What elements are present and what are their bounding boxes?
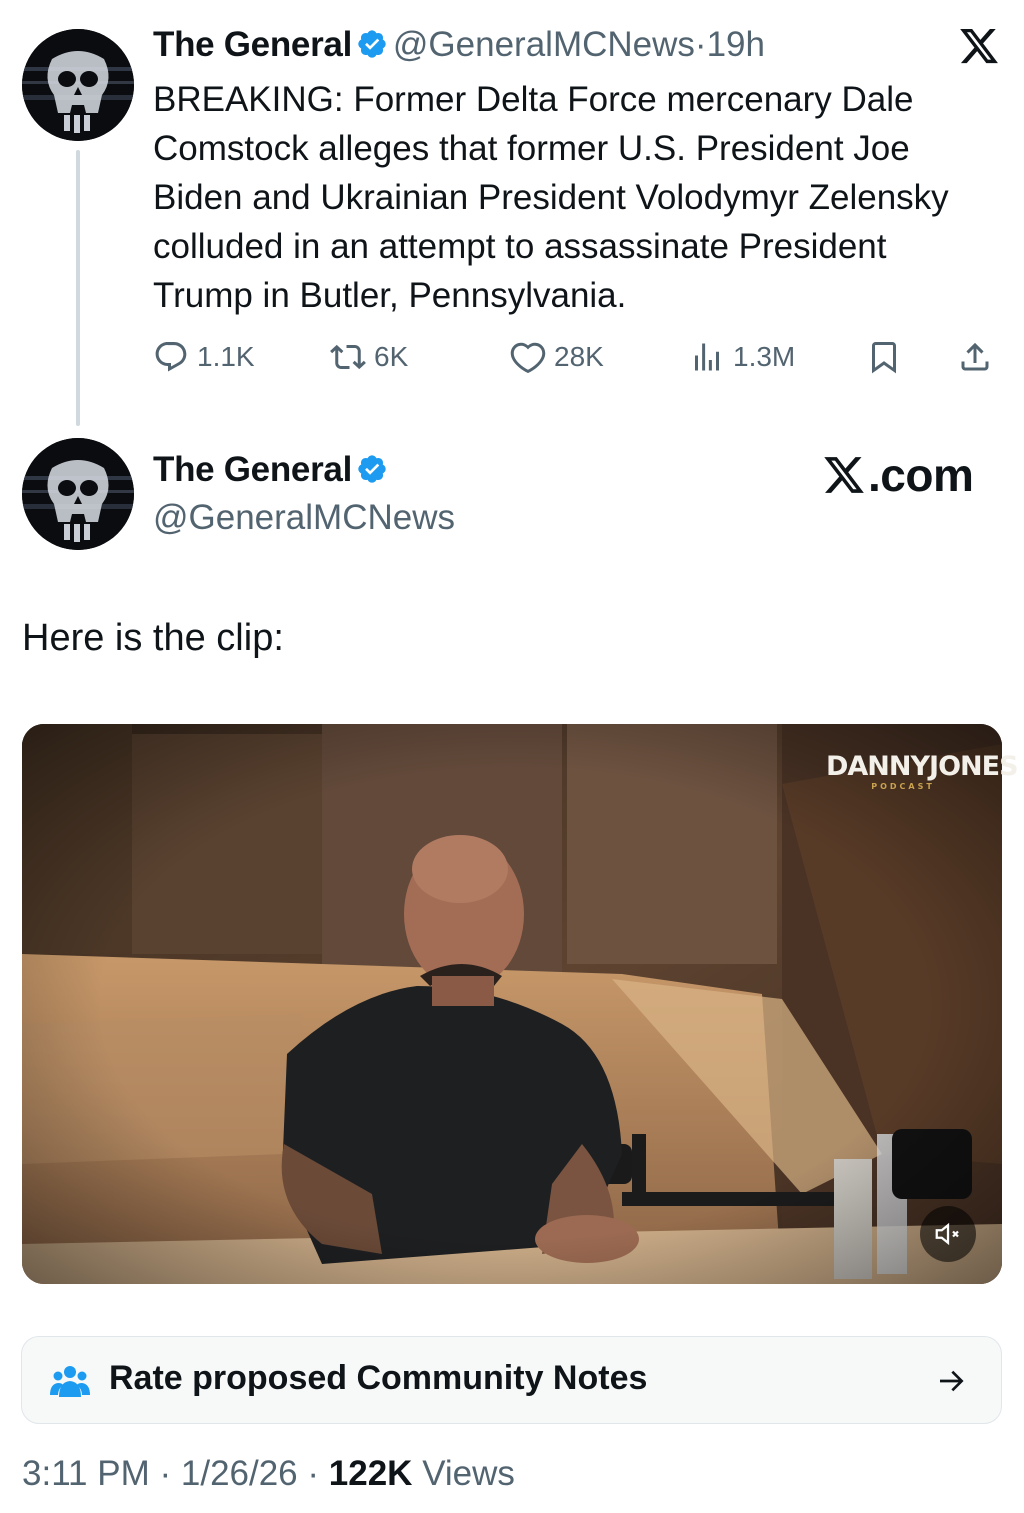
views-count: 1.3M — [733, 341, 796, 372]
reply-button[interactable]: 1.1K — [153, 334, 255, 380]
repost-count: 6K — [374, 341, 409, 372]
author-name[interactable]: The General — [153, 450, 352, 489]
views-count: 122K — [328, 1454, 413, 1493]
people-icon — [50, 1366, 90, 1397]
arrow-right-icon — [940, 1370, 964, 1392]
speaker-muted-icon — [935, 1222, 959, 1246]
like-button[interactable]: 28K — [510, 334, 604, 380]
meta-separator: · — [307, 1454, 320, 1493]
community-notes-label: Rate proposed Community Notes — [109, 1359, 648, 1397]
post-date[interactable]: 1/26/26 — [181, 1454, 298, 1493]
community-notes-button[interactable]: Rate proposed Community Notes — [21, 1336, 1002, 1424]
repost-icon — [330, 344, 366, 370]
podcast-title: DANNYJONES — [826, 751, 1019, 782]
verified-badge-icon — [358, 30, 387, 58]
verified-badge-icon — [358, 455, 387, 483]
reply-count: 1.1K — [197, 341, 255, 372]
header-separator: · — [694, 25, 707, 64]
tweet-header: The General @GeneralMCNews·19h — [153, 25, 765, 65]
views-label: Views — [422, 1454, 515, 1493]
author-handle[interactable]: @GeneralMCNews — [153, 498, 455, 538]
x-com-watermark: .com — [822, 448, 974, 502]
tweet-body-text: BREAKING: Former Delta Force mercenary D… — [153, 80, 949, 315]
main-tweet-header: The General — [153, 450, 388, 490]
tweet-action-bar: 1.1K 6K 28K 1.3M — [153, 334, 1003, 380]
podcast-logo: DANNYJONES PODCAST — [826, 751, 1019, 792]
analytics-icon — [695, 343, 719, 371]
watermark-domain: .com — [868, 449, 974, 501]
like-count: 28K — [554, 341, 604, 372]
author-avatar[interactable] — [22, 438, 134, 550]
x-logo-icon — [824, 457, 864, 493]
heart-icon — [510, 342, 546, 374]
thread-connector-line — [76, 150, 80, 426]
author-handle[interactable]: @GeneralMCNews — [393, 25, 695, 64]
post-metadata: 3:11 PM · 1/26/26 · 122K Views — [22, 1454, 515, 1494]
post-time[interactable]: 19h — [707, 25, 765, 64]
video-player[interactable] — [22, 724, 1002, 1284]
meta-separator: · — [159, 1454, 172, 1493]
reply-icon — [155, 342, 187, 372]
main-tweet-text: Here is the clip: — [22, 617, 284, 659]
repost-button[interactable]: 6K — [330, 334, 408, 380]
video-frame — [22, 724, 1002, 1284]
share-icon — [961, 342, 989, 371]
x-logo-icon — [960, 28, 998, 64]
bookmark-icon — [872, 342, 896, 374]
post-time[interactable]: 3:11 PM — [22, 1454, 150, 1493]
author-name[interactable]: The General — [153, 25, 352, 64]
bookmark-button[interactable] — [866, 334, 910, 380]
views-button[interactable]: 1.3M — [689, 334, 795, 380]
share-button[interactable] — [957, 334, 1001, 380]
podcast-subtitle: PODCAST — [871, 782, 935, 791]
author-avatar[interactable] — [22, 29, 134, 141]
mute-button[interactable] — [920, 1206, 976, 1262]
